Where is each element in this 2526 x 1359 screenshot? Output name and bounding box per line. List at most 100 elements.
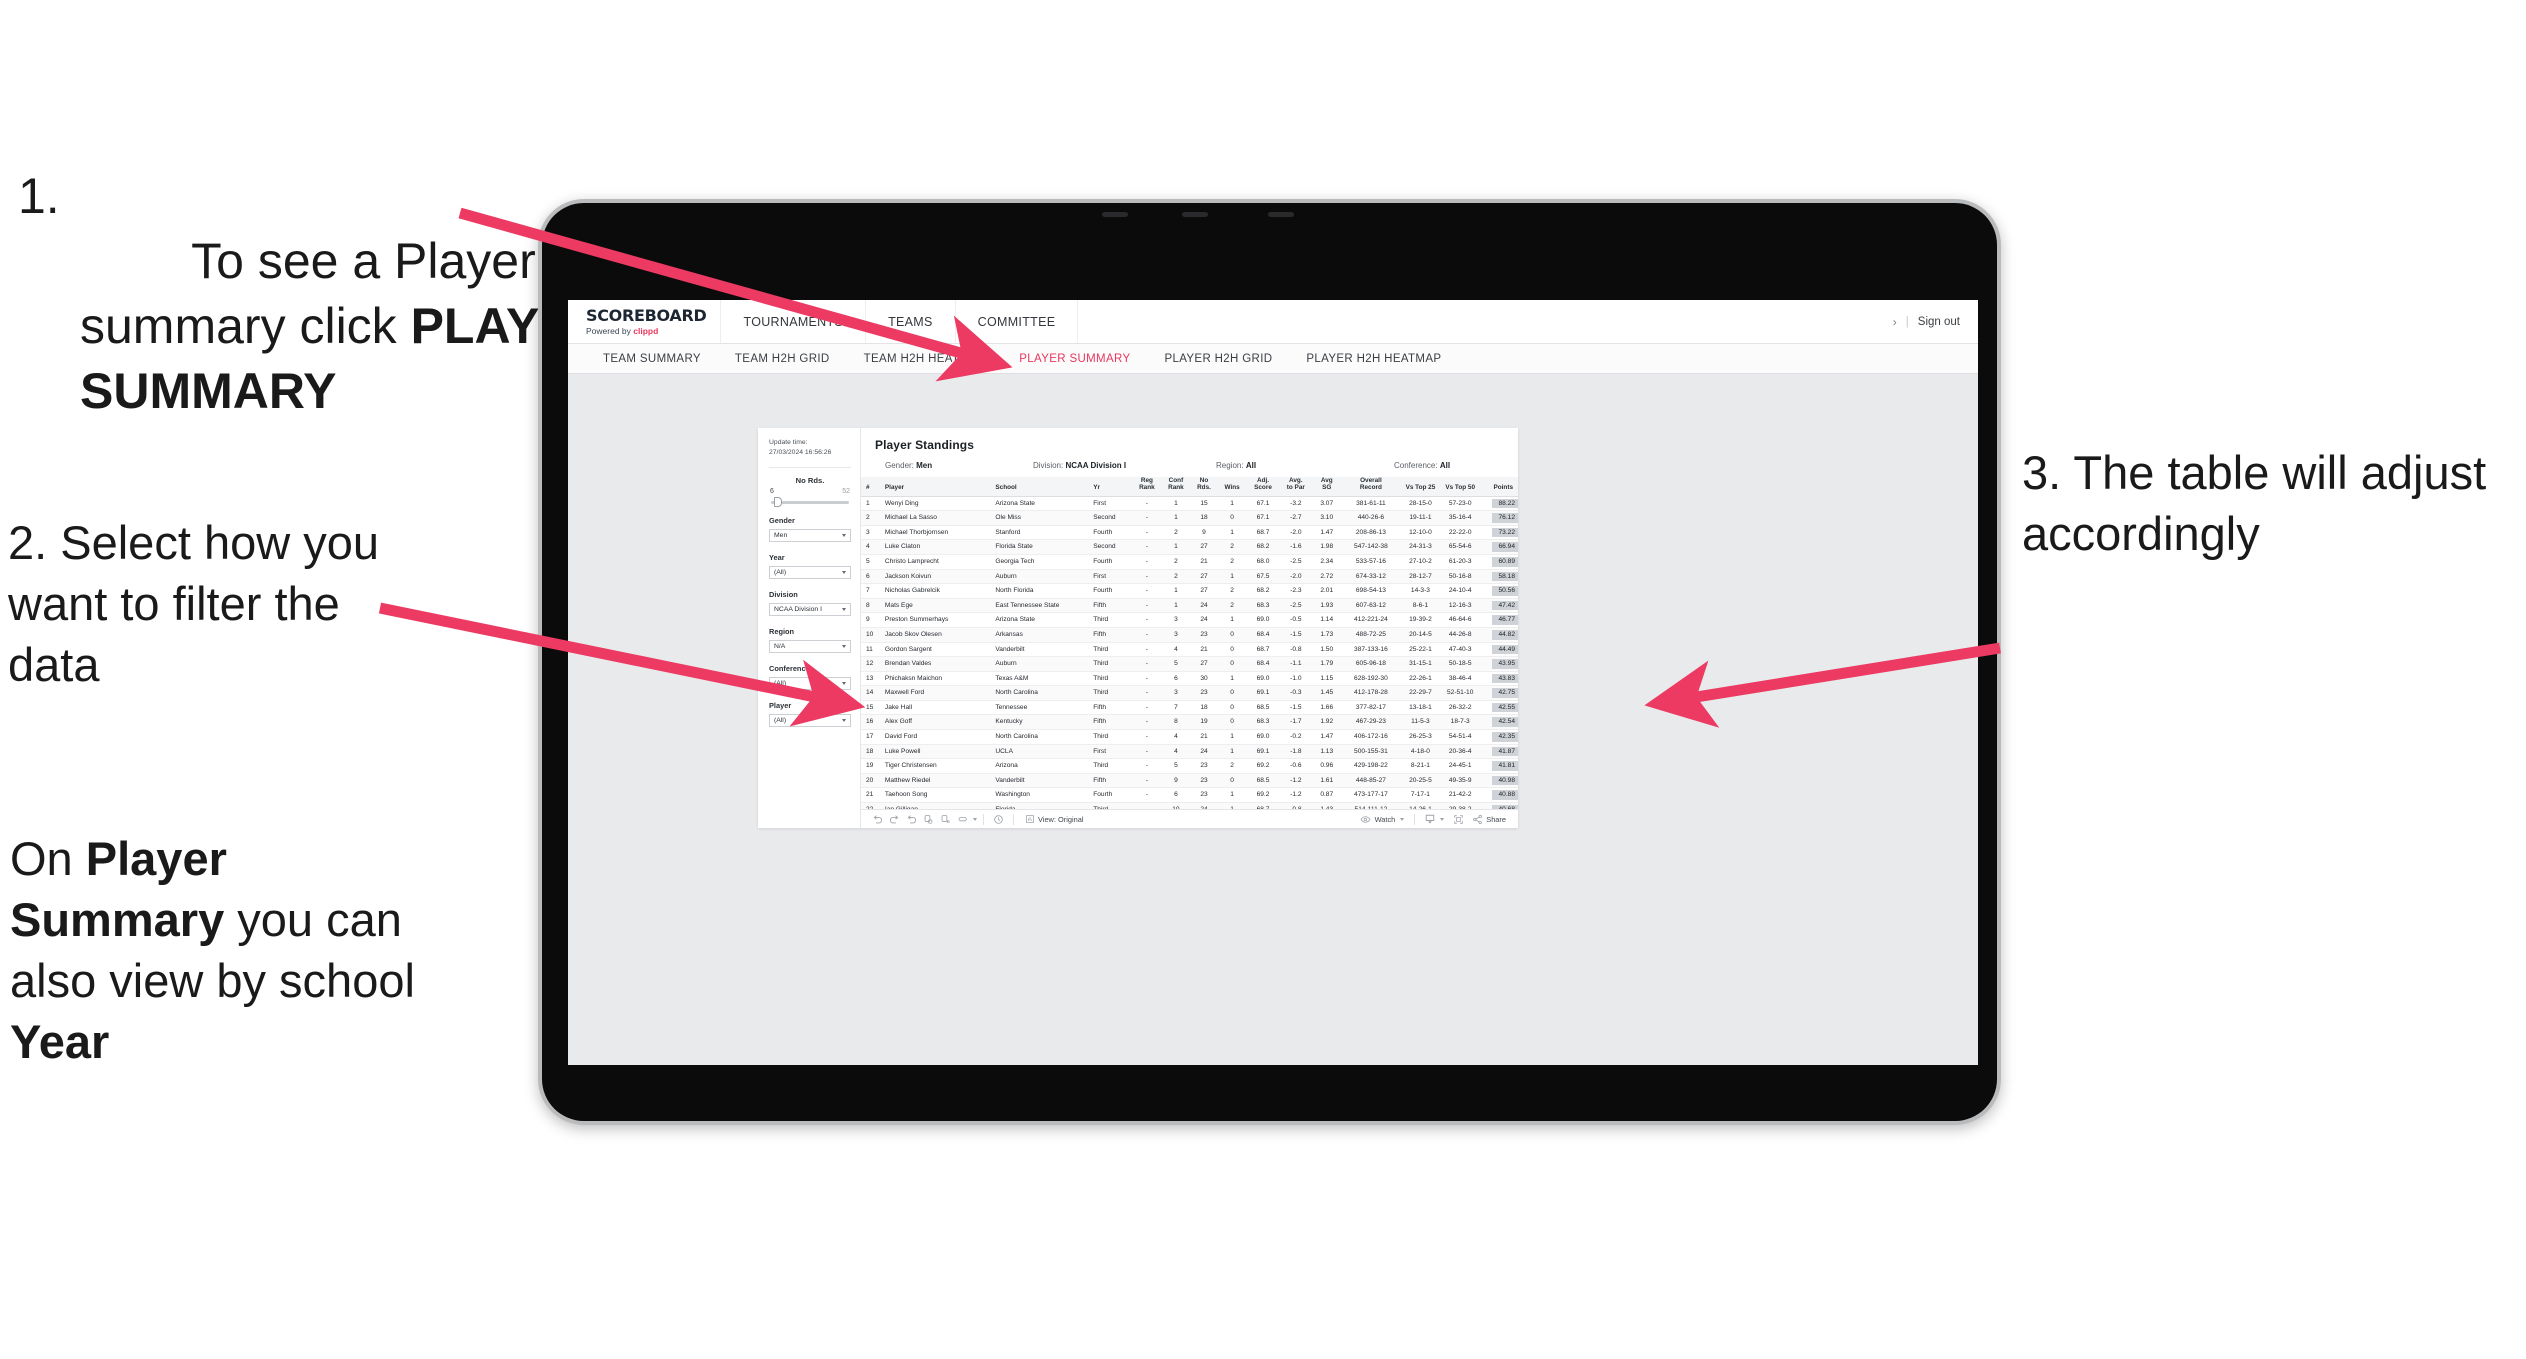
col-reg-rank[interactable]: Reg Rank xyxy=(1132,477,1162,497)
col-vs-top-25[interactable]: Vs Top 25 xyxy=(1400,477,1441,497)
col-points[interactable]: Points xyxy=(1480,477,1518,497)
filter-region-select[interactable]: N/A xyxy=(769,639,851,653)
user-avatar-icon[interactable]: › xyxy=(1893,315,1897,329)
filter-division-select[interactable]: NCAA Division I xyxy=(769,602,851,616)
refresh-data-icon[interactable] xyxy=(920,811,937,827)
col-player[interactable]: Player xyxy=(879,477,991,497)
fullscreen-icon[interactable] xyxy=(1450,811,1467,827)
cell-overall-record: 674-33-12 xyxy=(1341,569,1401,585)
cell-points: 44.82 xyxy=(1480,627,1518,643)
cell-points: 44.49 xyxy=(1480,642,1518,658)
table-row[interactable]: 19 Tiger Christensen Arizona Third -5 23 2 69.2… xyxy=(861,758,1518,774)
col-vs-top-50[interactable]: Vs Top 50 xyxy=(1440,477,1481,497)
cell-adj-score: 69.1 xyxy=(1246,685,1280,701)
cell-avg-sg: 2.34 xyxy=(1312,554,1342,570)
table-row[interactable]: 12 Brendan Valdes Auburn Third -5 27 0 68.4 -1.1… xyxy=(861,656,1518,672)
filter-year-label: Year xyxy=(769,552,785,562)
table-row[interactable]: 2 Michael La Sasso Ole Miss Second -1 18 0 67.1… xyxy=(861,510,1518,526)
nav-item-tournaments[interactable]: TOURNAMENTS xyxy=(720,300,865,343)
share-button[interactable]: Share xyxy=(1467,811,1510,827)
pause-auto-updates-icon[interactable] xyxy=(937,811,954,827)
cell-school: Arizona State xyxy=(990,496,1089,512)
table-row[interactable]: 3 Michael Thorbjornsen Stanford Fourth -2 9 1 6… xyxy=(861,525,1518,541)
col-avg-sg[interactable]: Avg SG xyxy=(1312,477,1342,497)
col-year[interactable]: Yr xyxy=(1088,477,1133,497)
table-row[interactable]: 17 David Ford North Carolina Third -4 21 1 69.0… xyxy=(861,729,1518,745)
table-row[interactable]: 11 Gordon Sargent Vanderbilt Third -4 21 0 68.7… xyxy=(861,642,1518,658)
table-row[interactable]: 22 Ian Gilligan Florida Third -10 24 1 68.7 -0.8… xyxy=(861,802,1518,810)
cell-vs-top-50: 47-40-3 xyxy=(1440,642,1481,658)
cell-wins: 0 xyxy=(1217,700,1247,716)
filter-gender-select[interactable]: Men xyxy=(769,528,851,542)
col-overall-record[interactable]: Overall Record xyxy=(1341,477,1401,497)
cell-school: Arkansas xyxy=(990,627,1089,643)
table-row[interactable]: 10 Jacob Skov Olesen Arkansas Fifth -3 23 0 68.… xyxy=(861,627,1518,643)
col-wins[interactable]: Wins xyxy=(1217,477,1247,497)
view-original-button[interactable]: View: Original xyxy=(1020,811,1087,827)
cell-avg-to-par: -3.2 xyxy=(1279,496,1313,512)
revert-icon[interactable] xyxy=(903,811,920,827)
table-row[interactable]: 8 Mats Ege East Tennessee State Fifth -1 24 2 6… xyxy=(861,598,1518,614)
filter-year-select[interactable]: (All) xyxy=(769,565,851,579)
table-row[interactable]: 14 Maxwell Ford North Carolina Third -3 23 0 69… xyxy=(861,685,1518,701)
filter-player-select[interactable]: (All) xyxy=(769,713,851,727)
tab-team-h2h-grid[interactable]: TEAM H2H GRID xyxy=(718,344,847,374)
tab-player-summary[interactable]: PLAYER SUMMARY xyxy=(1002,344,1147,374)
tab-player-h2h-grid[interactable]: PLAYER H2H GRID xyxy=(1147,344,1289,374)
table-row[interactable]: 4 Luke Claton Florida State Second -1 27 2 68.2… xyxy=(861,539,1518,556)
no-rounds-slider[interactable]: No Rds. 6 52 xyxy=(769,475,851,508)
table-row[interactable]: 7 Nicholas Gabrelcik North Florida Fourth -1… xyxy=(861,583,1518,599)
redo-icon[interactable] xyxy=(886,811,903,827)
cell-no-rds: 19 xyxy=(1190,714,1218,730)
standings-table-container[interactable]: # Player School Yr Reg Rank Conf Rank No Rd… xyxy=(861,470,1518,810)
tab-team-h2h-heatmap[interactable]: TEAM H2H HEATMAP xyxy=(847,344,1003,374)
tab-player-h2h-heatmap[interactable]: PLAYER H2H HEATMAP xyxy=(1289,344,1458,374)
table-row[interactable]: 1 Wenyi Ding Arizona State First -1 15 1 67.1 -3… xyxy=(861,496,1518,512)
table-row[interactable]: 6 Jackson Koivun Auburn First -2 27 1 67.5 -2.0 2… xyxy=(861,569,1518,585)
col-rank[interactable]: # xyxy=(861,477,880,497)
cell-school: Ole Miss xyxy=(990,510,1089,526)
download-icon[interactable] xyxy=(1421,811,1438,827)
cell-year: First xyxy=(1088,496,1133,512)
nav-item-teams[interactable]: TEAMS xyxy=(865,300,955,343)
cell-adj-score: 68.4 xyxy=(1246,627,1280,643)
table-row[interactable]: 9 Preston Summerhays Arizona State Third -3 2… xyxy=(861,612,1518,628)
history-clock-icon[interactable] xyxy=(990,811,1007,827)
table-row[interactable]: 18 Luke Powell UCLA First -4 24 1 69.1 -1.8 1.13 5… xyxy=(861,744,1518,760)
no-rounds-label: No Rds. xyxy=(795,475,825,485)
cell-no-rds: 23 xyxy=(1190,773,1218,789)
filter-conference-select[interactable]: (All) xyxy=(769,676,851,690)
device-preview-icon[interactable] xyxy=(954,811,971,827)
table-row[interactable]: 13 Phichaksn Maichon Texas A&M Third -6 30 1 69… xyxy=(861,671,1518,687)
col-conf-rank[interactable]: Conf Rank xyxy=(1161,477,1191,497)
cell-conf-rank: 4 xyxy=(1161,642,1191,658)
table-row[interactable]: 5 Christo Lamprecht Georgia Tech Fourth -2 21… xyxy=(861,554,1518,570)
cell-no-rds: 27 xyxy=(1190,656,1218,672)
col-adj-score[interactable]: Adj. Score xyxy=(1246,477,1280,497)
cell-reg-rank: - xyxy=(1132,744,1162,760)
table-row[interactable]: 20 Matthew Riedel Vanderbilt Fifth -9 23 0 68.5… xyxy=(861,773,1518,789)
col-avg-to-par[interactable]: Avg. to Par xyxy=(1279,477,1313,497)
cell-wins: 1 xyxy=(1217,496,1247,512)
cell-reg-rank: - xyxy=(1132,787,1162,803)
undo-icon[interactable] xyxy=(869,811,886,827)
cell-no-rds: 9 xyxy=(1190,525,1218,541)
cell-vs-top-50: 29-38-2 xyxy=(1440,802,1481,810)
col-school[interactable]: School xyxy=(990,477,1089,497)
slider-track[interactable] xyxy=(771,497,849,508)
table-row[interactable]: 15 Jake Hall Tennessee Fifth -7 18 0 68.5 -1.5 1.… xyxy=(861,700,1518,716)
col-no-rds[interactable]: No Rds. xyxy=(1190,477,1218,497)
watch-button[interactable]: Watch xyxy=(1356,811,1409,827)
brand-logo[interactable]: SCOREBOARD Powered by clippd xyxy=(568,300,720,343)
update-time-value: 27/03/2024 16:56:26 xyxy=(769,448,832,456)
chevron-down-icon[interactable] xyxy=(973,817,977,821)
slider-handle[interactable] xyxy=(774,497,783,508)
nav-item-committee[interactable]: COMMITTEE xyxy=(954,300,1079,343)
sign-out-button[interactable]: Sign out xyxy=(1918,316,1960,328)
table-row[interactable]: 21 Taehoon Song Washington Fourth -6 23 1 69.2-… xyxy=(861,787,1518,803)
chevron-down-icon[interactable] xyxy=(1440,817,1445,821)
cell-vs-top-25: 20-14-5 xyxy=(1400,627,1441,643)
tab-team-summary[interactable]: TEAM SUMMARY xyxy=(586,344,718,374)
table-row[interactable]: 16 Alex Goff Kentucky Fifth -8 19 0 68.3 -1.7 1.9… xyxy=(861,714,1518,730)
summary-gender: Gender: Men xyxy=(885,461,1033,470)
